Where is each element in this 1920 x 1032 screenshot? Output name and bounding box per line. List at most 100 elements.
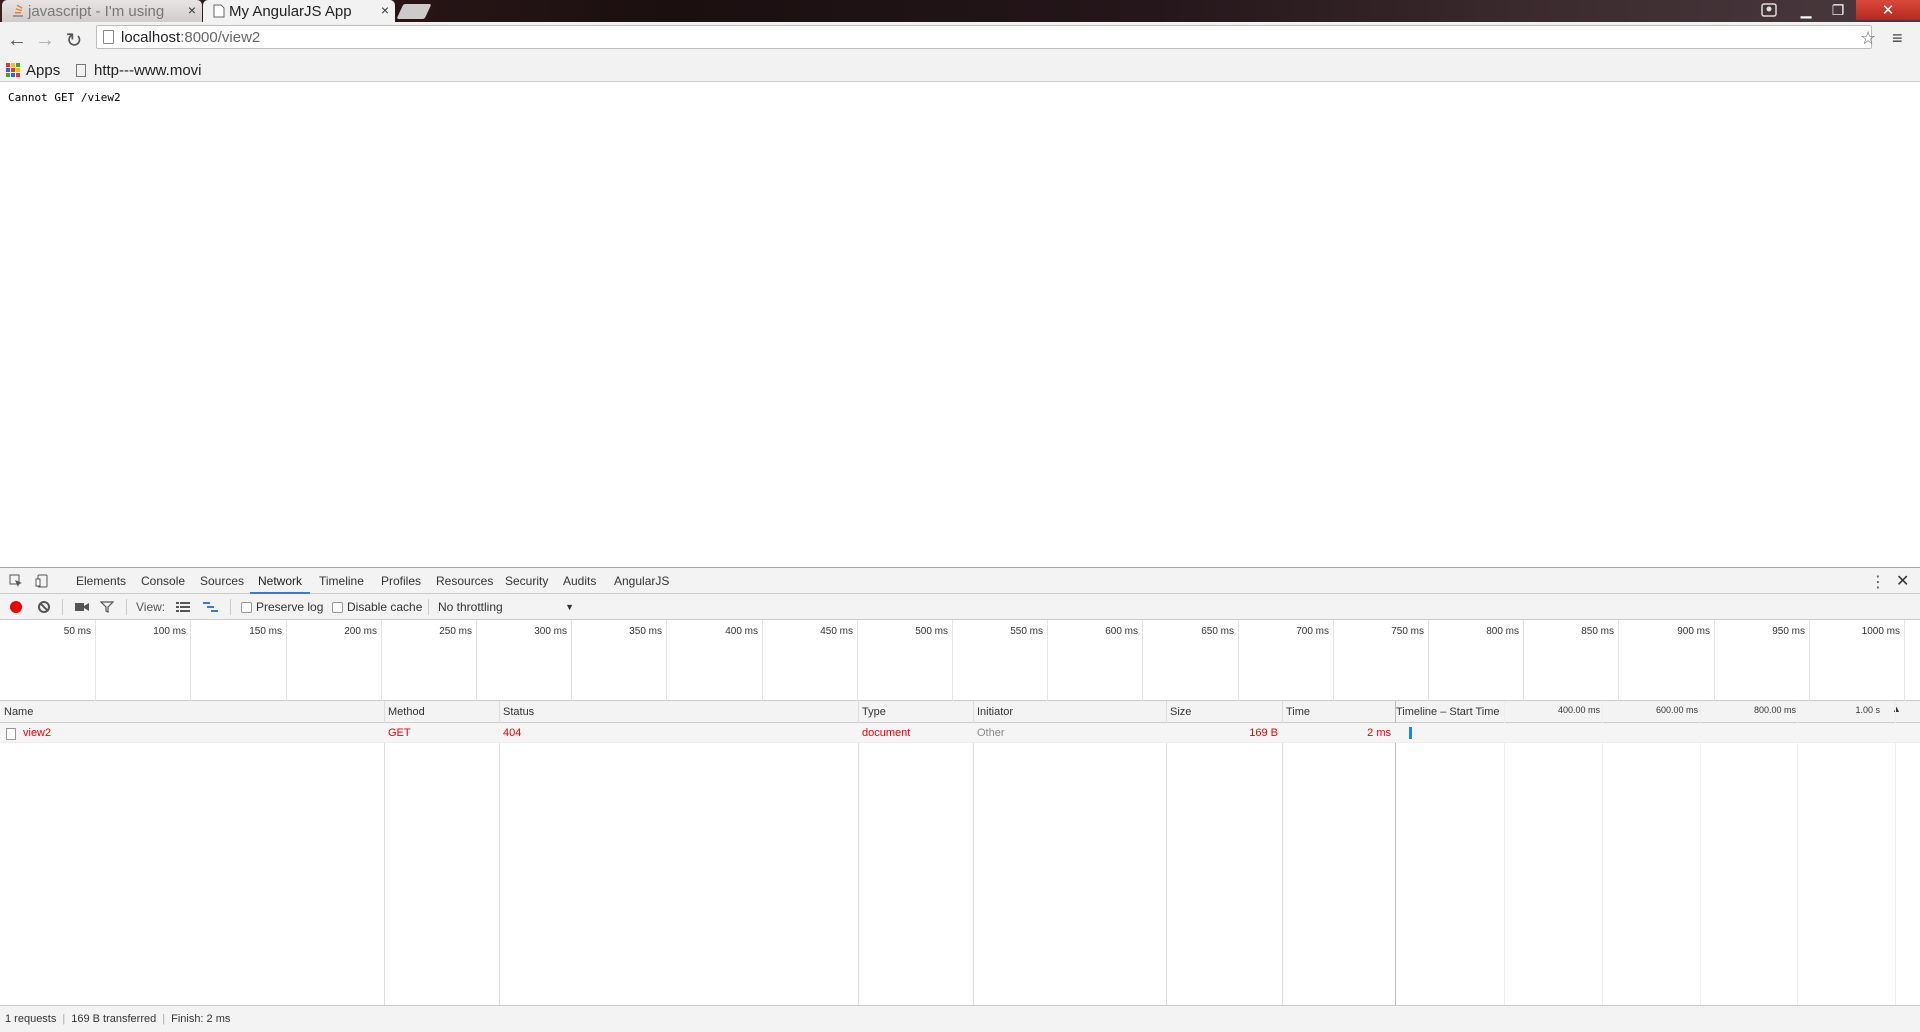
minimize-button[interactable]: ▁ [1792, 0, 1820, 20]
dropdown-arrow-icon: ▼ [565, 602, 574, 612]
overview-gridline [190, 620, 191, 701]
overview-gridline [1142, 620, 1143, 701]
device-mode-icon[interactable] [34, 573, 50, 589]
overview-gridline [1618, 620, 1619, 701]
waterfall-tick-label: 800.00 ms [1753, 705, 1796, 715]
overview-toggle[interactable] [203, 598, 219, 616]
page-info-icon[interactable] [103, 30, 114, 44]
column-divider[interactable] [384, 701, 385, 1005]
overview-gridline [857, 620, 858, 701]
url-host: localhost [121, 29, 181, 46]
url-text[interactable]: localhost:8000/view2 [121, 29, 260, 46]
waterfall-icon [203, 602, 218, 612]
tab-security[interactable]: Security [505, 568, 548, 594]
waterfall-gridline [1895, 701, 1896, 1005]
column-method[interactable]: Method [384, 701, 425, 723]
tab-network[interactable]: Network [250, 568, 311, 594]
checkbox-icon [241, 601, 252, 613]
column-divider[interactable] [1282, 701, 1283, 1005]
throttling-select[interactable]: No throttling ▼ [438, 598, 574, 616]
record-icon [10, 601, 22, 613]
new-tab-button[interactable] [396, 4, 432, 19]
overview-gridline [1047, 620, 1048, 701]
disable-cache-checkbox[interactable]: Disable cache [332, 598, 422, 616]
overview-tick-label: 950 ms [1772, 626, 1805, 637]
overview-gridline [571, 620, 572, 701]
column-time[interactable]: Time [1282, 701, 1310, 723]
status-divider: | [162, 1013, 166, 1025]
bookmark-star-icon[interactable]: ☆ [1860, 28, 1876, 49]
overview-tick-label: 800 ms [1486, 626, 1519, 637]
tab-profiles[interactable]: Profiles [381, 568, 421, 594]
request-name[interactable]: view2 [23, 723, 51, 743]
network-overview[interactable]: 50 ms 100 ms 150 ms 200 ms 250 ms 300 ms 350 m… [0, 620, 1920, 701]
waterfall-gridline [1700, 701, 1701, 1005]
chrome-menu-icon[interactable]: ≡ [1892, 28, 1903, 49]
overview-tick-label: 200 ms [344, 626, 377, 637]
bookmark-movie-site[interactable]: http---www.movi [76, 60, 211, 80]
record-button[interactable] [10, 598, 22, 616]
forward-button[interactable]: → [34, 29, 56, 51]
waterfall-tick-label: 600.00 ms [1655, 705, 1698, 715]
back-button[interactable]: ← [6, 29, 28, 51]
overview-gridline [952, 620, 953, 701]
large-rows-toggle[interactable] [176, 598, 190, 616]
column-timeline[interactable]: Timeline – Start Time [1392, 701, 1500, 723]
preserve-log-checkbox[interactable]: Preserve log [241, 598, 323, 616]
tab-close-icon[interactable]: × [381, 2, 389, 18]
maximize-button[interactable]: ❐ [1824, 0, 1852, 20]
tab-audits[interactable]: Audits [563, 568, 596, 594]
tab-angularjs-app[interactable]: My AngularJS App × [203, 0, 395, 22]
request-time: 2 ms [1367, 727, 1391, 739]
tab-elements[interactable]: Elements [76, 568, 126, 594]
column-type[interactable]: Type [858, 701, 886, 723]
column-divider[interactable] [1395, 701, 1396, 1005]
devtools-tab-bar: Elements Console Sources Network Timelin… [0, 568, 1920, 594]
tab-sources[interactable]: Sources [200, 568, 244, 594]
reload-button[interactable]: ↻ [63, 29, 85, 52]
capture-screenshots-button[interactable] [74, 598, 90, 616]
column-name[interactable]: Name [0, 701, 33, 723]
overview-tick-label: 400 ms [725, 626, 758, 637]
filter-button[interactable] [100, 598, 114, 616]
column-divider[interactable] [973, 701, 974, 1005]
more-options-icon[interactable]: ⋮ [1870, 572, 1886, 592]
profile-icon[interactable] [1758, 0, 1780, 20]
tab-console[interactable]: Console [141, 568, 185, 594]
waterfall-bar[interactable] [1409, 727, 1412, 739]
sort-ascending-icon[interactable]: ▲ [1892, 704, 1901, 714]
column-size[interactable]: Size [1166, 701, 1191, 723]
tab-timeline[interactable]: Timeline [319, 568, 364, 594]
column-initiator[interactable]: Initiator [973, 701, 1013, 723]
tab-angularjs[interactable]: AngularJS [614, 568, 669, 594]
overview-gridline [1904, 620, 1905, 701]
stackoverflow-icon [13, 4, 23, 17]
toolbar-divider [428, 599, 429, 615]
tab-resources[interactable]: Resources [436, 568, 493, 594]
overview-tick-label: 500 ms [915, 626, 948, 637]
overview-tick-label: 600 ms [1105, 626, 1138, 637]
title-bar: javascript - I'm using × My AngularJS Ap… [0, 0, 1920, 22]
column-divider[interactable] [1166, 701, 1167, 1005]
devtools-close-icon[interactable]: ✕ [1896, 571, 1909, 591]
preserve-log-label: Preserve log [256, 600, 324, 614]
table-row[interactable]: view2 GET 404 document Other 169 B 2 ms [0, 723, 1920, 743]
overview-tick-label: 700 ms [1296, 626, 1329, 637]
inspect-element-icon[interactable] [8, 573, 24, 589]
bookmark-apps[interactable]: Apps [6, 60, 60, 80]
bookmark-label: Apps [26, 61, 61, 79]
overview-tick-label: 350 ms [629, 626, 662, 637]
tab-close-icon[interactable]: × [188, 2, 196, 18]
tab-title: javascript - I'm using [28, 2, 165, 20]
window-close-button[interactable]: ✕ [1856, 0, 1920, 20]
page-icon [213, 4, 225, 18]
address-bar[interactable]: localhost:8000/view2 [96, 25, 1872, 49]
tab-javascript[interactable]: javascript - I'm using × [2, 0, 202, 22]
overview-gridline [1333, 620, 1334, 701]
clear-button[interactable] [38, 598, 50, 616]
column-divider[interactable] [499, 701, 500, 1005]
checkbox-icon [332, 601, 343, 613]
column-divider[interactable] [858, 701, 859, 1005]
column-status[interactable]: Status [499, 701, 534, 723]
overview-gridline [1523, 620, 1524, 701]
